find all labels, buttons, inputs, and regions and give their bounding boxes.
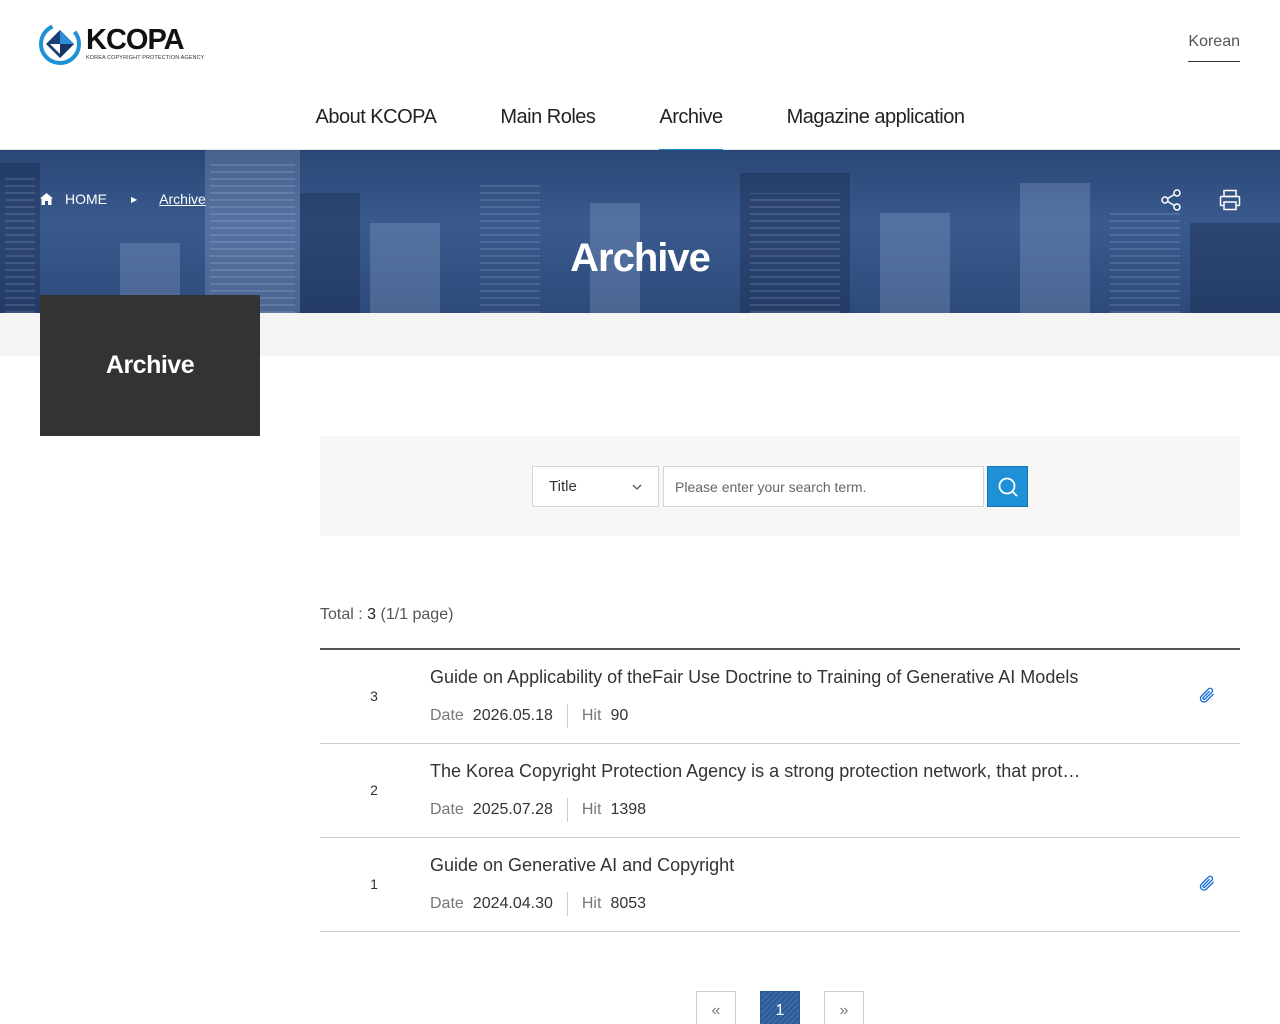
sidebar-title: Archive (105, 351, 195, 379)
meta-divider (566, 704, 568, 728)
search-button[interactable] (987, 466, 1028, 507)
home-icon[interactable] (40, 193, 53, 205)
post-date: 2025.07.28 (472, 801, 553, 818)
date-label: Date (430, 801, 464, 818)
meta-divider (566, 892, 568, 916)
total-count: Total : 3 (1/1 page) (320, 606, 453, 624)
post-hits: 8053 (610, 895, 647, 912)
post-date: 2026.05.18 (472, 707, 553, 724)
last-page-button[interactable]: » (824, 991, 864, 1024)
hit-label: Hit (581, 895, 602, 912)
pagination: « 1 » (696, 991, 864, 1024)
language-link[interactable]: Korean (1188, 33, 1240, 62)
post-number: 1 (370, 876, 378, 892)
nav-main-roles[interactable]: Main Roles (500, 100, 596, 151)
search-input[interactable] (663, 466, 984, 507)
post-meta: Date 2025.07.28 Hit 1398 (430, 798, 646, 822)
search-field-value: Title (549, 478, 577, 495)
post-title[interactable]: Guide on Generative AI and Copyright (430, 855, 1090, 876)
kcopa-logo-icon (39, 23, 81, 65)
site-header: KCOPA KOREA COPYRIGHT PROTECTION AGENCY … (0, 0, 1280, 152)
post-meta: Date 2026.05.18 Hit 90 (430, 704, 628, 728)
total-label: Total : (320, 606, 368, 623)
post-list: 3 Guide on Applicability of theFair Use … (320, 648, 1240, 932)
search-icon (998, 477, 1018, 497)
page-title: Archive (570, 236, 711, 280)
meta-divider (566, 798, 568, 822)
share-icon[interactable] (1159, 188, 1183, 212)
page-button-current[interactable]: 1 (760, 991, 800, 1024)
nav-magazine[interactable]: Magazine application (787, 100, 965, 151)
search-field-select[interactable]: Title (532, 466, 659, 507)
attachment-icon[interactable] (1198, 686, 1216, 704)
breadcrumb-home[interactable]: HOME (65, 191, 107, 207)
total-number: 3 (367, 606, 377, 623)
sidebar-title-box: Archive (40, 295, 260, 436)
total-pages: (1/1 page) (376, 606, 454, 623)
date-label: Date (430, 707, 464, 724)
list-item[interactable]: 2 The Korea Copyright Protection Agency … (320, 744, 1240, 838)
post-hits: 90 (610, 707, 629, 724)
search-panel: Title (320, 436, 1240, 536)
post-hits: 1398 (610, 801, 647, 818)
post-date: 2024.04.30 (472, 895, 553, 912)
breadcrumb-current[interactable]: Archive (159, 191, 206, 207)
breadcrumb: HOME ▶ Archive (40, 191, 206, 207)
chevron-down-icon (632, 484, 642, 490)
chevron-right-icon: ▶ (131, 194, 138, 204)
list-item[interactable]: 1 Guide on Generative AI and Copyright D… (320, 838, 1240, 932)
hit-label: Hit (581, 707, 602, 724)
post-number: 3 (370, 688, 378, 704)
post-title[interactable]: Guide on Applicability of theFair Use Do… (430, 667, 1090, 688)
date-label: Date (430, 895, 464, 912)
logo-subtitle: KOREA COPYRIGHT PROTECTION AGENCY (86, 55, 205, 62)
post-title[interactable]: The Korea Copyright Protection Agency is… (430, 761, 1090, 782)
first-page-button[interactable]: « (696, 991, 736, 1024)
nav-archive[interactable]: Archive (659, 100, 723, 152)
attachment-icon[interactable] (1198, 874, 1216, 892)
main-nav: About KCOPA Main Roles Archive Magazine … (0, 100, 1280, 152)
post-number: 2 (370, 782, 378, 798)
print-icon[interactable] (1218, 188, 1242, 212)
hit-label: Hit (581, 801, 602, 818)
list-item[interactable]: 3 Guide on Applicability of theFair Use … (320, 650, 1240, 744)
page-banner: HOME ▶ Archive Archive (0, 150, 1280, 313)
logo-name: KCOPA (86, 24, 185, 57)
kcopa-logo[interactable]: KCOPA KOREA COPYRIGHT PROTECTION AGENCY (38, 22, 204, 66)
post-meta: Date 2024.04.30 Hit 8053 (430, 892, 646, 916)
nav-about[interactable]: About KCOPA (315, 100, 436, 151)
